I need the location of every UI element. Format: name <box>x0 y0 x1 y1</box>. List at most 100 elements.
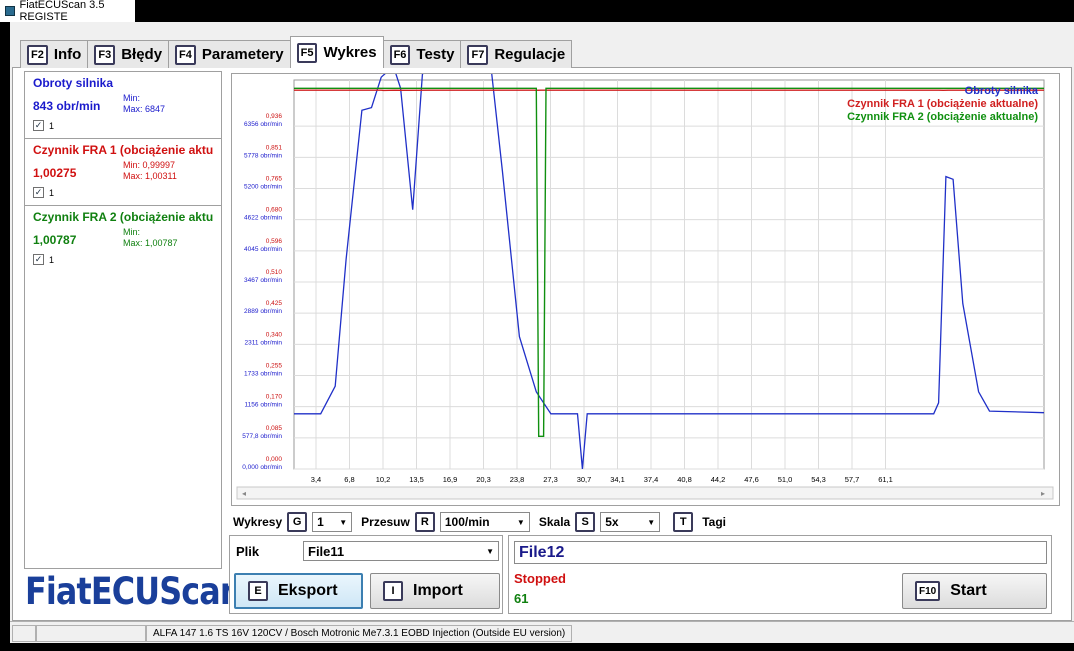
x-tick-label: 54,3 <box>811 475 826 484</box>
sensor-name: Czynnik FRA 1 (obciążenie aktual <box>33 143 213 157</box>
hotkey-badge: I <box>383 581 403 601</box>
sensor-min: Min: 0,99997 <box>123 160 176 170</box>
x-tick-label: 37,4 <box>644 475 659 484</box>
file-panel: Plik File11 ▼ E Eksport I Import <box>229 535 503 614</box>
tab-label: Parametery <box>201 46 284 63</box>
tab-label: Błędy <box>121 46 163 63</box>
sensor-item[interactable]: Czynnik FRA 2 (obciążenie aktual 1,00787… <box>25 206 221 273</box>
window-title: FiatECUScan 3.5 REGISTE <box>19 0 105 23</box>
hotkey-badge: E <box>248 581 268 601</box>
y-tick-label: 5778 obr/min <box>244 152 282 159</box>
y-tick-label: 0,680 <box>266 207 283 214</box>
legend-entry: Czynnik FRA 1 (obciążenie aktualne) <box>847 98 1038 110</box>
hotkey-badge: F6 <box>389 44 411 65</box>
sensor-min: Min: <box>123 227 141 237</box>
hotkey-badge: F7 <box>467 44 489 65</box>
tab-bledy[interactable]: F3 Błędy <box>87 40 170 68</box>
tab-regulacje[interactable]: F7 Regulacje <box>460 40 573 68</box>
y-tick-label: 1156 obr/min <box>245 402 283 409</box>
filename-field[interactable]: File12 <box>514 541 1047 564</box>
y-tick-label: 2311 obr/min <box>245 339 283 346</box>
plik-select[interactable]: File11 ▼ <box>303 541 499 561</box>
x-tick-label: 23,8 <box>510 475 525 484</box>
y-tick-label: 0,510 <box>266 269 283 276</box>
sensor-value: 1,00787 <box>33 233 77 247</box>
legend-entry: Obroty silnika <box>965 85 1039 97</box>
checkbox[interactable]: ✓ <box>33 254 44 265</box>
sensor-minmax: Min: 0,99997 Max: 1,00311 <box>123 160 177 182</box>
sample-counter: 61 <box>514 591 529 606</box>
hotkey-badge: F3 <box>94 44 116 65</box>
tagi-button[interactable]: T <box>673 512 694 532</box>
y-tick-label: 0,765 <box>266 176 283 183</box>
sensor-checkbox-row[interactable]: ✓ 1 <box>33 120 54 131</box>
tab-label: Testy <box>416 46 455 63</box>
sensor-checkbox-row[interactable]: ✓ 1 <box>33 254 54 265</box>
sensor-max: Max: 1,00311 <box>123 171 177 181</box>
y-tick-label: 3467 obr/min <box>244 277 282 284</box>
tab-wykres[interactable]: F5 Wykres <box>289 36 384 68</box>
select-value: 5x <box>605 515 619 529</box>
x-tick-label: 16,9 <box>443 475 458 484</box>
status-cell-empty <box>12 625 36 642</box>
sensor-name: Obroty silnika <box>33 76 114 90</box>
select-value: 100/min <box>444 515 490 529</box>
tab-parametery[interactable]: F4 Parametery <box>168 40 291 68</box>
title-bar: FiatECUScan 3.5 REGISTE <box>0 0 135 23</box>
chart-controls: Wykresy G 1 ▼ Przesuw R 100/min ▼ Skala S … <box>231 510 831 534</box>
vehicle-info: ALFA 147 1.6 TS 16V 120CV / Bosch Motron… <box>146 625 573 642</box>
start-button[interactable]: F10 Start <box>902 573 1047 609</box>
skala-label: Skala <box>538 515 571 529</box>
sensor-checkbox-row[interactable]: ✓ 1 <box>33 187 54 198</box>
sensor-minmax: Min: Max: 6847 <box>123 93 165 115</box>
tab-testy[interactable]: F6 Testy <box>382 40 462 68</box>
plik-label: Plik <box>236 544 260 559</box>
select-value: 1 <box>317 515 324 529</box>
x-tick-label: 13,5 <box>409 475 424 484</box>
przesuw-label: Przesuw <box>361 515 410 529</box>
tab-bar: F2 Info F3 Błędy F4 Parametery F5 Wykres F6 T… <box>20 36 573 68</box>
y-tick-label: 0,596 <box>266 238 283 245</box>
tab-label: Regulacje <box>494 46 566 63</box>
x-tick-label: 40,8 <box>677 475 692 484</box>
legend-entry: Czynnik FRA 2 (obciążenie aktualne) <box>847 111 1038 123</box>
line-chart[interactable]: 0,0000,000 obr/min 0,085577,8 obr/min 0,17… <box>232 54 1059 505</box>
sensor-minmax: Min: Max: 1,00787 <box>123 227 178 249</box>
y-tick-label: 0,000 obr/min <box>242 464 282 471</box>
x-tick-label: 44,2 <box>711 475 726 484</box>
main-window: F2 Info F3 Błędy F4 Parametery F5 Wykres F6 T… <box>10 22 1074 621</box>
eksport-button[interactable]: E Eksport <box>234 573 363 609</box>
checkbox-label: 1 <box>49 254 55 265</box>
wykresy-select[interactable]: 1 ▼ <box>312 512 353 532</box>
app-icon <box>5 6 16 16</box>
x-tick-label: 30,7 <box>577 475 592 484</box>
sensor-value: 1,00275 <box>33 166 77 180</box>
chart-area[interactable]: 0,000 0,000 obr/min 0,085 577,8 obr/min 0,17… <box>231 54 1060 506</box>
sensor-item[interactable]: Czynnik FRA 1 (obciążenie aktual 1,00275… <box>25 139 221 206</box>
przesuw-select[interactable]: 100/min ▼ <box>439 512 530 532</box>
y-tick-label: 0,425 <box>266 300 283 307</box>
checkbox[interactable]: ✓ <box>33 187 44 198</box>
import-button[interactable]: I Import <box>370 573 500 609</box>
x-tick-label: 27,3 <box>543 475 558 484</box>
sensor-value: 843 obr/min <box>33 99 101 113</box>
sensor-item[interactable]: Obroty silnika 843 obr/min Min: Max: 684… <box>25 72 221 139</box>
button-label: Start <box>950 582 987 599</box>
sensor-max: Max: 1,00787 <box>123 238 178 248</box>
y-tick-label: 0,000 <box>266 456 283 463</box>
status-cell-empty <box>36 625 146 642</box>
button-label: Eksport <box>278 582 338 599</box>
hotkey-badge: F10 <box>915 581 941 601</box>
tab-label: Info <box>53 46 82 63</box>
hotkey-badge: F2 <box>27 44 48 65</box>
y-tick-label: 1733 obr/min <box>244 371 282 378</box>
x-tick-label: 57,7 <box>845 475 860 484</box>
checkbox[interactable]: ✓ <box>33 120 44 131</box>
skala-select[interactable]: 5x ▼ <box>600 512 661 532</box>
tagi-label: Tagi <box>702 515 726 529</box>
hotkey-badge: G <box>287 512 308 532</box>
horizontal-scrollbar <box>236 486 1054 500</box>
y-tick-label: 0,340 <box>266 331 283 338</box>
sensor-list: Obroty silnika 843 obr/min Min: Max: 684… <box>24 71 222 569</box>
tab-info[interactable]: F2 Info <box>20 40 89 68</box>
